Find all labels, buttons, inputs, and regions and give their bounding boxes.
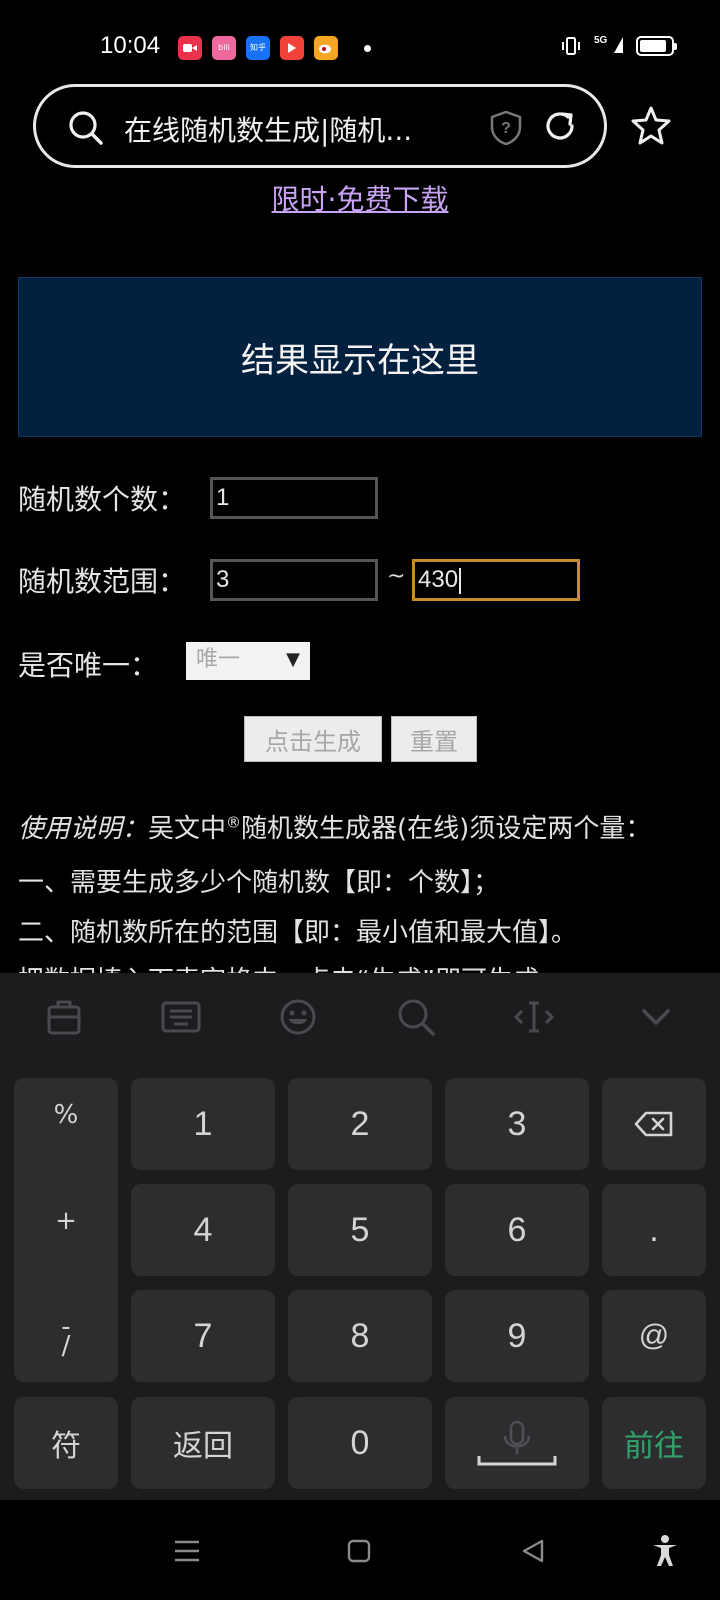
bookmark-star-icon[interactable] xyxy=(630,104,672,146)
unique-select[interactable]: 唯一 ▼ xyxy=(186,642,310,680)
reset-button[interactable]: 重置 xyxy=(391,716,477,762)
key-9[interactable]: 9 xyxy=(445,1290,589,1382)
status-time: 10:04 xyxy=(100,32,161,59)
go-key[interactable]: 前往 xyxy=(602,1397,706,1489)
generate-button[interactable]: 点击生成 xyxy=(244,716,382,762)
play-app-icon xyxy=(280,36,304,60)
numeric-keyboard: % + - / 1 2 3 4 5 6 . 7 8 9 @ 符 返回 0 前往 xyxy=(0,973,720,1500)
emoji-icon[interactable] xyxy=(278,997,318,1037)
at-key[interactable]: @ xyxy=(602,1290,706,1382)
security-shield-icon[interactable]: ? xyxy=(488,109,524,147)
reload-icon[interactable] xyxy=(540,106,580,146)
weibo-icon xyxy=(314,36,338,60)
unique-label: 是否唯一： xyxy=(18,649,159,682)
key-3[interactable]: 3 xyxy=(445,1078,589,1170)
svg-text:?: ? xyxy=(501,120,511,137)
instructions-author: 吴文中 xyxy=(148,814,227,844)
instructions-line-2: 一、需要生成多少个随机数【即：个数】； xyxy=(18,868,500,898)
battery-level xyxy=(640,40,666,52)
back-key[interactable]: 返回 xyxy=(131,1397,275,1489)
microphone-icon xyxy=(477,1420,557,1466)
vibrate-icon xyxy=(562,37,580,55)
svg-text:5G: 5G xyxy=(594,35,608,46)
percent-key[interactable]: % xyxy=(14,1100,118,1130)
collapse-keyboard-icon[interactable] xyxy=(636,997,676,1037)
key-6[interactable]: 6 xyxy=(445,1184,589,1276)
dot-key[interactable]: . xyxy=(602,1184,706,1276)
page-title-url[interactable]: 在线随机数生成|随机... xyxy=(124,109,454,149)
symbols-key[interactable]: 符 xyxy=(14,1397,118,1489)
result-text: 结果显示在这里 xyxy=(241,340,479,381)
instructions-line-1: 使用说明：吴文中®随机数生成器(在线)须设定两个量： xyxy=(18,808,651,845)
menu-icon[interactable] xyxy=(172,1538,202,1564)
key-4[interactable]: 4 xyxy=(131,1184,275,1276)
battery-icon xyxy=(636,36,677,56)
result-display: 结果显示在这里 xyxy=(18,277,702,437)
count-label: 随机数个数： xyxy=(18,483,187,516)
back-nav-icon[interactable] xyxy=(520,1538,546,1564)
slash-key[interactable]: / xyxy=(14,1331,118,1361)
range-max-input[interactable]: 430 xyxy=(412,559,580,601)
home-icon[interactable] xyxy=(346,1538,372,1564)
system-nav-bar xyxy=(0,1500,720,1600)
accessibility-icon[interactable] xyxy=(650,1534,680,1568)
zhihu-icon: 知乎 xyxy=(246,36,270,60)
more-notifications-dot xyxy=(364,44,371,52)
range-label: 随机数范围： xyxy=(18,565,187,598)
instructions-prefix: 使用说明： xyxy=(18,814,149,844)
text-caret xyxy=(459,567,462,594)
count-value: 1 xyxy=(216,484,230,511)
keyboard-icon[interactable] xyxy=(160,997,202,1037)
key-0[interactable]: 0 xyxy=(288,1397,432,1489)
notification-icons: bili 知乎 xyxy=(178,36,371,60)
registered-mark: ® xyxy=(226,813,242,832)
instructions-line-1-text: 随机数生成器(在线)须设定两个量： xyxy=(241,814,652,844)
search-icon xyxy=(69,111,103,145)
key-1[interactable]: 1 xyxy=(131,1078,275,1170)
status-bar: 10:04 bili 知乎 5G xyxy=(0,0,720,80)
promo-download-link[interactable]: 限时·免费下载 xyxy=(0,178,720,218)
instructions-line-3: 二、随机数所在的范围【即：最小值和最大值】。 xyxy=(18,918,578,948)
clipboard-icon[interactable] xyxy=(44,997,84,1037)
keyboard-search-icon[interactable] xyxy=(396,997,436,1037)
range-max-value: 430 xyxy=(418,566,459,593)
key-7[interactable]: 7 xyxy=(131,1290,275,1382)
range-separator: ~ xyxy=(387,564,406,589)
range-min-input[interactable]: 3 xyxy=(210,559,378,601)
unique-selected-value: 唯一 xyxy=(196,647,241,672)
cursor-move-icon[interactable] xyxy=(512,997,556,1037)
key-2[interactable]: 2 xyxy=(288,1078,432,1170)
range-min-value: 3 xyxy=(216,566,230,593)
backspace-icon xyxy=(634,1111,673,1137)
space-voice-key[interactable] xyxy=(445,1397,589,1489)
key-8[interactable]: 8 xyxy=(288,1290,432,1382)
keyboard-toolbar xyxy=(0,973,720,1065)
plus-key[interactable]: + xyxy=(14,1206,118,1236)
zhihu-label: 知乎 xyxy=(250,43,266,52)
video-app-icon xyxy=(178,36,202,60)
bilibili-label: bili xyxy=(218,43,230,52)
address-bar[interactable]: 在线随机数生成|随机... ? xyxy=(33,84,607,168)
dropdown-arrow-icon: ▼ xyxy=(286,649,300,670)
backspace-key[interactable] xyxy=(602,1078,706,1170)
count-input[interactable]: 1 xyxy=(210,477,378,519)
key-5[interactable]: 5 xyxy=(288,1184,432,1276)
system-status: 5G xyxy=(560,34,677,58)
bilibili-icon: bili xyxy=(212,36,236,60)
signal-icon: 5G xyxy=(594,34,624,58)
